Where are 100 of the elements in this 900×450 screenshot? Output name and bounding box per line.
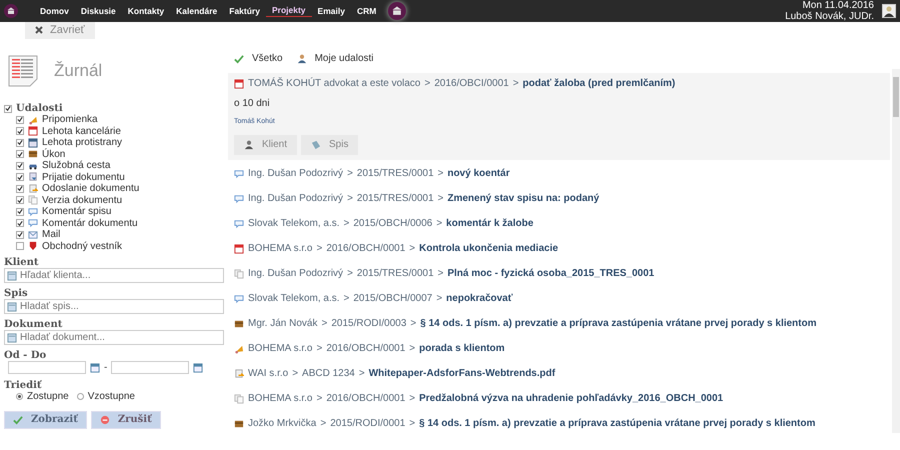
event-title[interactable]: Zmenený stav spisu na: podaný bbox=[447, 192, 600, 205]
checkbox[interactable] bbox=[16, 138, 24, 147]
event-client[interactable]: Slovak Telekom, a.s. bbox=[248, 218, 340, 230]
logo-icon[interactable] bbox=[4, 4, 18, 18]
user-name: Luboš Novák, JUDr. bbox=[785, 11, 874, 22]
event-title[interactable]: § 14 ods. 1 písm. a) prevzatie a príprava zastúpenia vrátane prvej porady s klientom bbox=[419, 418, 816, 430]
show-button[interactable]: Zobraziť bbox=[4, 410, 87, 429]
nav-tab[interactable]: Diskusie bbox=[74, 5, 122, 17]
file-button[interactable]: Spis bbox=[301, 134, 358, 155]
nav-tab[interactable]: CRM bbox=[350, 5, 382, 17]
event-client[interactable]: WAI s.r.o bbox=[248, 368, 288, 380]
list-icon bbox=[7, 271, 17, 282]
event-title[interactable]: komentár k žalobe bbox=[446, 218, 534, 230]
nav-tab[interactable]: Emaily bbox=[312, 5, 351, 17]
event-title[interactable]: Predžalobná výzva na uhradenie pohľadávky_2016_OBCH_0001 bbox=[419, 392, 724, 405]
separator: > bbox=[424, 78, 430, 90]
cancel-icon bbox=[100, 414, 110, 425]
date-text: Mon 11.04.2016 bbox=[801, 0, 874, 11]
event-file[interactable]: ABCD 1234 bbox=[302, 368, 355, 380]
event-file[interactable]: 2016/OBCH/0001 bbox=[326, 242, 406, 255]
logo-icon[interactable] bbox=[388, 2, 406, 20]
event-title[interactable]: podať žaloba (pred premlčaním) bbox=[522, 78, 676, 90]
avatar[interactable] bbox=[882, 4, 896, 18]
event-client[interactable]: Ing. Dušan Podozrivý bbox=[248, 268, 344, 280]
event-file[interactable]: 2015/RODI/0001 bbox=[330, 418, 406, 430]
checkbox[interactable] bbox=[16, 184, 24, 193]
envelope-icon bbox=[28, 230, 38, 240]
check-icon bbox=[234, 54, 244, 64]
event-file[interactable]: 2016/OBCI/0001 bbox=[434, 78, 509, 90]
radio-button[interactable] bbox=[76, 393, 84, 400]
event-client[interactable]: Slovak Telekom, a.s. bbox=[248, 292, 340, 305]
speech-bubble-icon bbox=[28, 206, 38, 217]
event-title[interactable]: nepokračovať bbox=[446, 292, 513, 305]
event-client[interactable]: BOHEMA s.r.o bbox=[248, 242, 312, 255]
separator: > bbox=[409, 242, 416, 255]
search-field[interactable]: Hľadať klienta... bbox=[4, 268, 224, 284]
search-field[interactable]: Hladať spis... bbox=[4, 299, 224, 314]
nav-tab[interactable]: Faktúry bbox=[223, 5, 266, 17]
document-icon bbox=[234, 368, 244, 379]
checkbox[interactable] bbox=[4, 104, 12, 113]
checkbox[interactable] bbox=[16, 219, 24, 228]
view-tab[interactable]: Všetko bbox=[228, 53, 291, 66]
separator: > bbox=[438, 268, 444, 280]
event-file[interactable]: 2015/TRES/0001 bbox=[356, 192, 434, 205]
checkbox[interactable] bbox=[16, 162, 24, 170]
checkbox[interactable] bbox=[16, 208, 24, 216]
nav-tab[interactable]: Domov bbox=[34, 5, 75, 17]
field-label: Dokument bbox=[4, 319, 64, 330]
category-label: Verzia dokumentu bbox=[42, 194, 122, 206]
event-client[interactable]: Jožko Mrkvička bbox=[248, 418, 316, 430]
bell-icon bbox=[28, 114, 38, 125]
nav-tab[interactable]: Projekty bbox=[266, 5, 312, 17]
event-file[interactable]: 2015/OBCH/0007 bbox=[353, 292, 432, 305]
event-file[interactable]: 2016/OBCH/0001 bbox=[326, 392, 406, 405]
radio-button[interactable] bbox=[16, 393, 23, 400]
event-file[interactable]: 2015/RODI/0003 bbox=[331, 318, 406, 330]
event-title[interactable]: Whitepaper-AdsforFans-Webtrends.pdf bbox=[368, 368, 556, 380]
date-field[interactable] bbox=[111, 361, 190, 374]
view-tab[interactable]: Moje udalosti bbox=[290, 53, 382, 66]
checkbox[interactable] bbox=[16, 116, 24, 124]
person-icon bbox=[244, 140, 254, 150]
search-field[interactable]: Hladať dokument... bbox=[4, 330, 224, 346]
event-file[interactable]: 2015/TRES/0001 bbox=[356, 268, 434, 280]
event-client[interactable]: Ing. Dušan Podozrivý bbox=[248, 192, 344, 205]
scrollbar[interactable] bbox=[892, 69, 900, 434]
event-file[interactable]: 2016/OBCH/0001 bbox=[326, 342, 406, 355]
date-field[interactable] bbox=[8, 361, 86, 374]
event-title[interactable]: porada s klientom bbox=[419, 342, 505, 355]
category-label: Komentár spisu bbox=[42, 206, 112, 218]
category-label: Prijatie dokumentu bbox=[42, 172, 125, 184]
nav-tab[interactable]: Kontakty bbox=[122, 5, 170, 17]
checkbox[interactable] bbox=[16, 242, 24, 250]
calendar-icon[interactable] bbox=[90, 362, 100, 373]
person-icon bbox=[296, 54, 307, 64]
event-title[interactable]: nový koentár bbox=[447, 168, 510, 180]
event-client[interactable]: BOHEMA s.r.o bbox=[248, 392, 312, 405]
speech-bubble-icon bbox=[234, 194, 244, 204]
checkbox[interactable] bbox=[16, 150, 24, 158]
separator: > bbox=[347, 268, 353, 280]
event-client[interactable]: Ing. Dušan Podozrivý bbox=[248, 168, 344, 180]
checkbox[interactable] bbox=[16, 230, 24, 239]
checkbox[interactable] bbox=[16, 173, 24, 182]
nav-tab[interactable]: Kalendáre bbox=[170, 5, 224, 17]
event-client[interactable]: Mgr. Ján Novák bbox=[248, 318, 318, 330]
event-client[interactable]: TOMÁŠ KOHÚT advokat a este volaco bbox=[248, 78, 420, 90]
close-icon bbox=[35, 26, 43, 34]
cancel-button[interactable]: Zrušiť bbox=[90, 410, 161, 429]
event-title[interactable]: Kontrola ukončenia mediacie bbox=[419, 242, 558, 255]
folder-icon bbox=[311, 140, 322, 150]
event-title[interactable]: § 14 ods. 1 písm. a) prevzatie a príprava zastúpenia vrátane prvej porady s klientom bbox=[420, 318, 816, 330]
event-file[interactable]: 2015/OBCH/0006 bbox=[353, 218, 432, 230]
calendar-icon[interactable] bbox=[193, 362, 204, 373]
checkbox[interactable] bbox=[16, 196, 24, 204]
client-button[interactable]: Klient bbox=[234, 134, 298, 155]
checkbox[interactable] bbox=[16, 127, 24, 136]
event-title[interactable]: Plná moc - fyzická osoba_2015_TRES_0001 bbox=[447, 268, 654, 280]
calendar-icon bbox=[234, 79, 244, 90]
event-file[interactable]: 2015/TRES/0001 bbox=[356, 168, 434, 180]
close-button[interactable]: Zavrieť bbox=[25, 22, 95, 40]
event-client[interactable]: BOHEMA s.r.o bbox=[248, 342, 312, 355]
